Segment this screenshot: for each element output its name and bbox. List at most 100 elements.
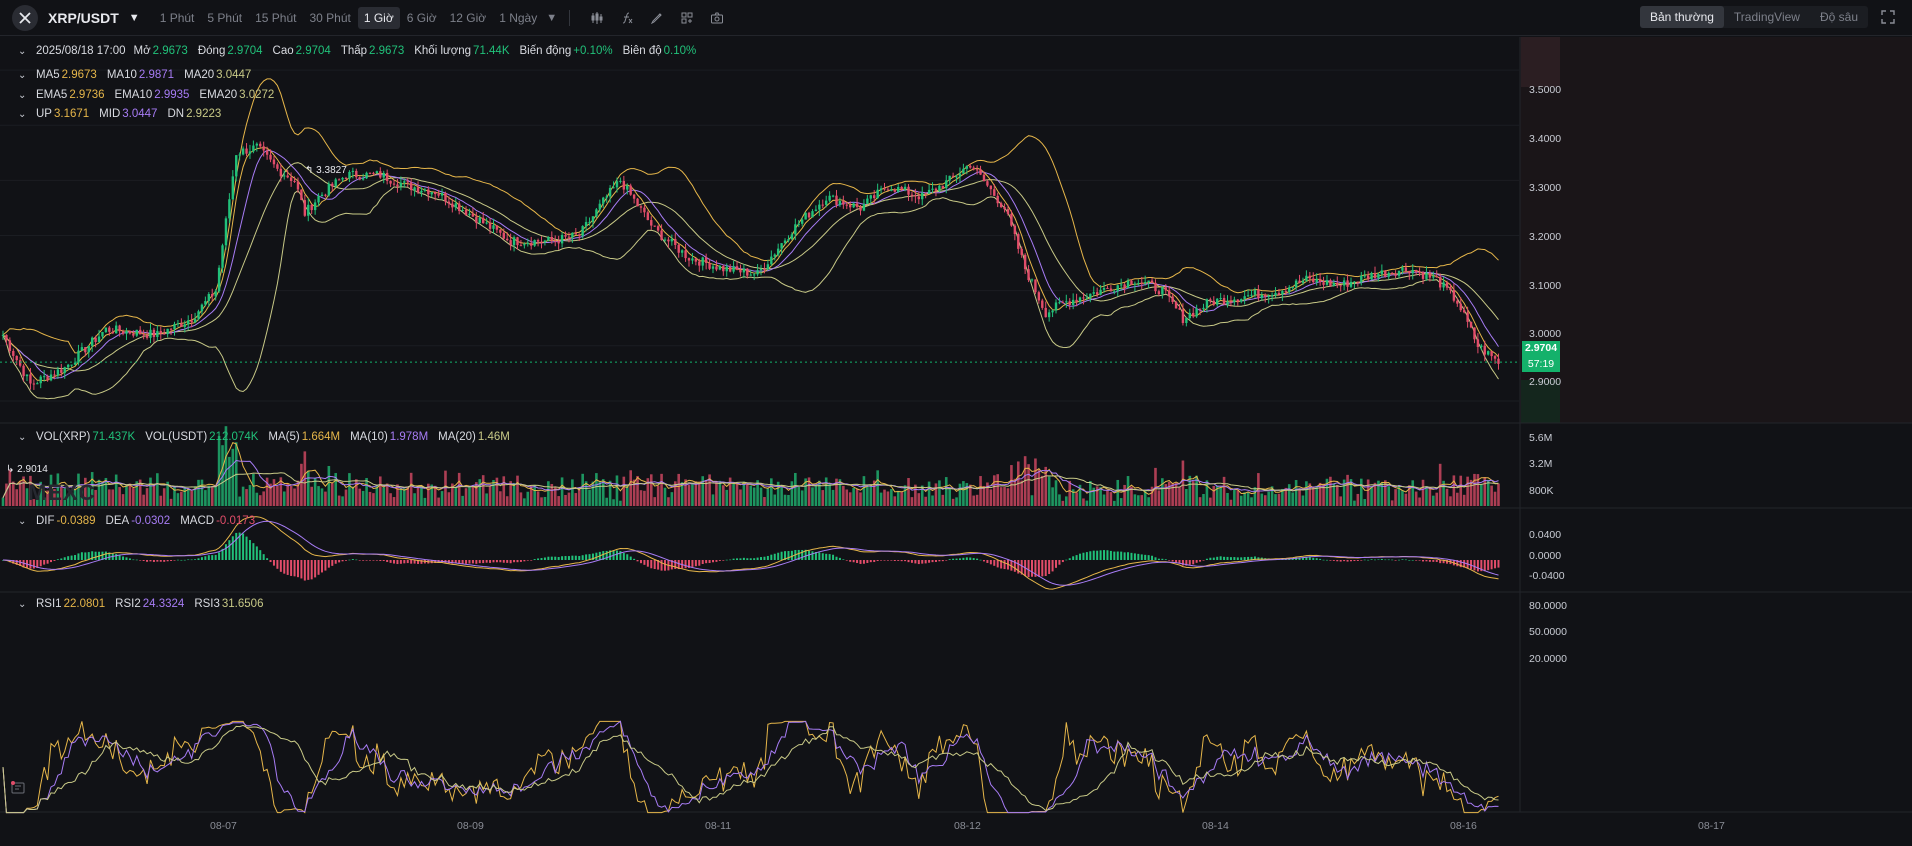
macd-histogram-bar xyxy=(194,559,197,560)
ma5-label: MA5 xyxy=(36,69,60,81)
interval-option[interactable]: 15 Phút xyxy=(249,7,302,29)
macd-histogram-bar xyxy=(567,556,570,560)
volume-axis-label: 5.6M xyxy=(1529,432,1553,444)
macd-histogram-bar xyxy=(705,560,708,564)
volume-bar xyxy=(499,491,502,506)
macd-histogram-bar xyxy=(1380,558,1383,560)
indicators-icon[interactable] xyxy=(582,6,612,30)
volume-bar xyxy=(461,495,464,506)
collapse-icon[interactable]: ⌄ xyxy=(18,109,30,120)
collapse-icon[interactable]: ⌄ xyxy=(18,599,30,610)
macd-histogram-bar xyxy=(876,560,879,562)
layout-icon[interactable] xyxy=(672,6,702,30)
view-tab[interactable]: TradingView xyxy=(1724,6,1810,28)
volume-bar xyxy=(1246,492,1250,506)
candle-body xyxy=(183,324,186,327)
candle-body xyxy=(73,362,77,365)
volume-bar xyxy=(1171,483,1174,506)
macd-histogram-bar xyxy=(941,560,944,562)
candle-body xyxy=(320,194,324,197)
volume-bar xyxy=(217,436,221,506)
interval-option[interactable]: 30 Phút xyxy=(303,7,356,29)
macd-value: -0.0173 xyxy=(216,515,256,527)
candle-body xyxy=(1339,285,1342,287)
price-axis-panel xyxy=(1520,37,1912,423)
camera-icon[interactable] xyxy=(702,6,732,30)
macd-histogram-bar xyxy=(1490,560,1493,570)
volume-bar xyxy=(577,489,581,506)
candle-body xyxy=(485,222,488,224)
candle-body xyxy=(217,267,221,292)
volume-bar xyxy=(1006,488,1010,506)
interval-dropdown-icon[interactable]: ▼ xyxy=(546,12,557,24)
candle-body xyxy=(1030,279,1034,281)
candle-body xyxy=(214,291,217,297)
volume-bar xyxy=(845,489,849,506)
candle-body xyxy=(66,364,70,368)
candle-body xyxy=(385,172,389,181)
collapse-icon[interactable]: ⌄ xyxy=(18,90,30,101)
function-icon[interactable] xyxy=(612,6,642,30)
collapse-icon[interactable]: ⌄ xyxy=(18,516,30,527)
candle-body xyxy=(842,200,845,205)
candle-body xyxy=(180,323,183,327)
high-price-marker: ↰ 3.3827 xyxy=(305,165,347,176)
volume-bar xyxy=(505,496,509,506)
macd-histogram-bar xyxy=(1137,553,1140,560)
macd-histogram-bar xyxy=(533,559,536,560)
macd-histogram-bar xyxy=(465,560,468,564)
macd-histogram-bar xyxy=(787,551,790,560)
interval-option[interactable]: 12 Giờ xyxy=(444,7,493,29)
symbol-dropdown-icon[interactable]: ▼ xyxy=(129,12,140,24)
interval-option[interactable]: 6 Giờ xyxy=(401,7,443,29)
candle-body xyxy=(193,318,197,323)
volume-bar xyxy=(1037,469,1041,506)
fullscreen-icon[interactable] xyxy=(1880,9,1898,27)
macd-histogram-bar xyxy=(1418,560,1421,561)
volume-bar xyxy=(337,495,341,506)
interval-option[interactable]: 1 Ngày xyxy=(493,7,543,29)
macd-histogram-bar xyxy=(1212,557,1215,560)
macd-histogram-bar xyxy=(128,558,131,560)
open-value: 2.9673 xyxy=(152,45,188,57)
macd-histogram-bar xyxy=(691,560,694,567)
candle-body xyxy=(790,234,794,240)
exchange-logo-icon[interactable] xyxy=(12,4,38,31)
candle-body xyxy=(1133,283,1137,285)
collapse-icon[interactable]: ⌄ xyxy=(18,432,30,443)
candle-body xyxy=(691,258,694,261)
candle-body xyxy=(924,192,927,194)
candle-body xyxy=(677,244,680,253)
collapse-icon[interactable]: ⌄ xyxy=(18,70,30,81)
candle-body xyxy=(972,167,975,170)
volume-bar xyxy=(1113,500,1116,506)
date-axis-label: 08-09 xyxy=(457,820,484,832)
candle-body xyxy=(735,266,739,270)
candle-body xyxy=(554,240,557,242)
symbol-name[interactable]: XRP/USDT xyxy=(48,10,119,26)
volume-bar xyxy=(176,493,180,506)
volume-bar xyxy=(722,485,725,506)
collapse-icon[interactable]: ⌄ xyxy=(18,46,30,57)
candle-body xyxy=(451,203,454,208)
settings-panel-icon[interactable] xyxy=(10,780,30,800)
ma10-value: 2.9871 xyxy=(138,69,175,81)
candle-body xyxy=(1023,254,1027,270)
candle-body xyxy=(60,369,63,373)
draw-icon[interactable] xyxy=(642,6,672,30)
candle-body xyxy=(444,192,447,202)
view-tab[interactable]: Độ sâu xyxy=(1810,6,1868,28)
interval-option[interactable]: 1 Phút xyxy=(154,7,201,29)
volume-bar xyxy=(1428,488,1432,506)
candle-date: 2025/08/18 17:00 xyxy=(36,45,126,57)
volume-bar xyxy=(258,495,262,506)
interval-option[interactable]: 1 Giờ xyxy=(357,6,400,29)
interval-option[interactable]: 5 Phút xyxy=(201,7,248,29)
candle-body xyxy=(221,245,224,268)
volume-bar xyxy=(1209,497,1212,506)
macd-histogram-bar xyxy=(1401,559,1404,560)
macd-histogram-bar xyxy=(537,558,540,560)
candle-body xyxy=(90,337,94,346)
candle-body xyxy=(626,185,629,190)
view-tab[interactable]: Bản thường xyxy=(1639,6,1724,28)
